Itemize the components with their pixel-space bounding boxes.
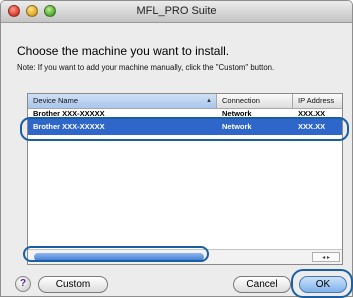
cancel-button[interactable]: Cancel xyxy=(233,276,291,293)
device-name-cell: Brother XXX-XXXXX xyxy=(33,109,105,116)
dialog-heading: Choose the machine you want to install. xyxy=(17,44,230,58)
ok-button-highlight xyxy=(291,269,353,298)
help-button[interactable]: ? xyxy=(15,276,31,292)
installer-window: MFL_PRO Suite Choose the machine you wan… xyxy=(0,0,353,298)
custom-button[interactable]: Custom xyxy=(38,276,108,293)
scrollbar-highlight xyxy=(23,246,209,262)
scroll-arrows-icon[interactable]: ◂ ▸ xyxy=(312,252,340,262)
table-row[interactable]: Brother XXX-XXXXX Network XXX.XX xyxy=(28,108,342,116)
sort-ascending-icon: ▲ xyxy=(206,98,212,104)
column-device-name-label: Device Name xyxy=(33,96,79,105)
connection-cell: Network xyxy=(222,109,252,116)
window-title: MFL_PRO Suite xyxy=(136,5,217,17)
title-bar: MFL_PRO Suite xyxy=(1,1,352,23)
column-connection[interactable]: Connection xyxy=(217,94,293,108)
dialog-note: Note: If you want to add your machine ma… xyxy=(17,63,275,72)
list-header: Device Name ▲ Connection IP Address xyxy=(28,94,342,109)
column-device-name[interactable]: Device Name ▲ xyxy=(28,94,217,108)
selected-row-highlight xyxy=(20,117,349,141)
column-ip-address[interactable]: IP Address xyxy=(293,94,342,108)
ip-address-cell: XXX.XX xyxy=(298,109,326,116)
